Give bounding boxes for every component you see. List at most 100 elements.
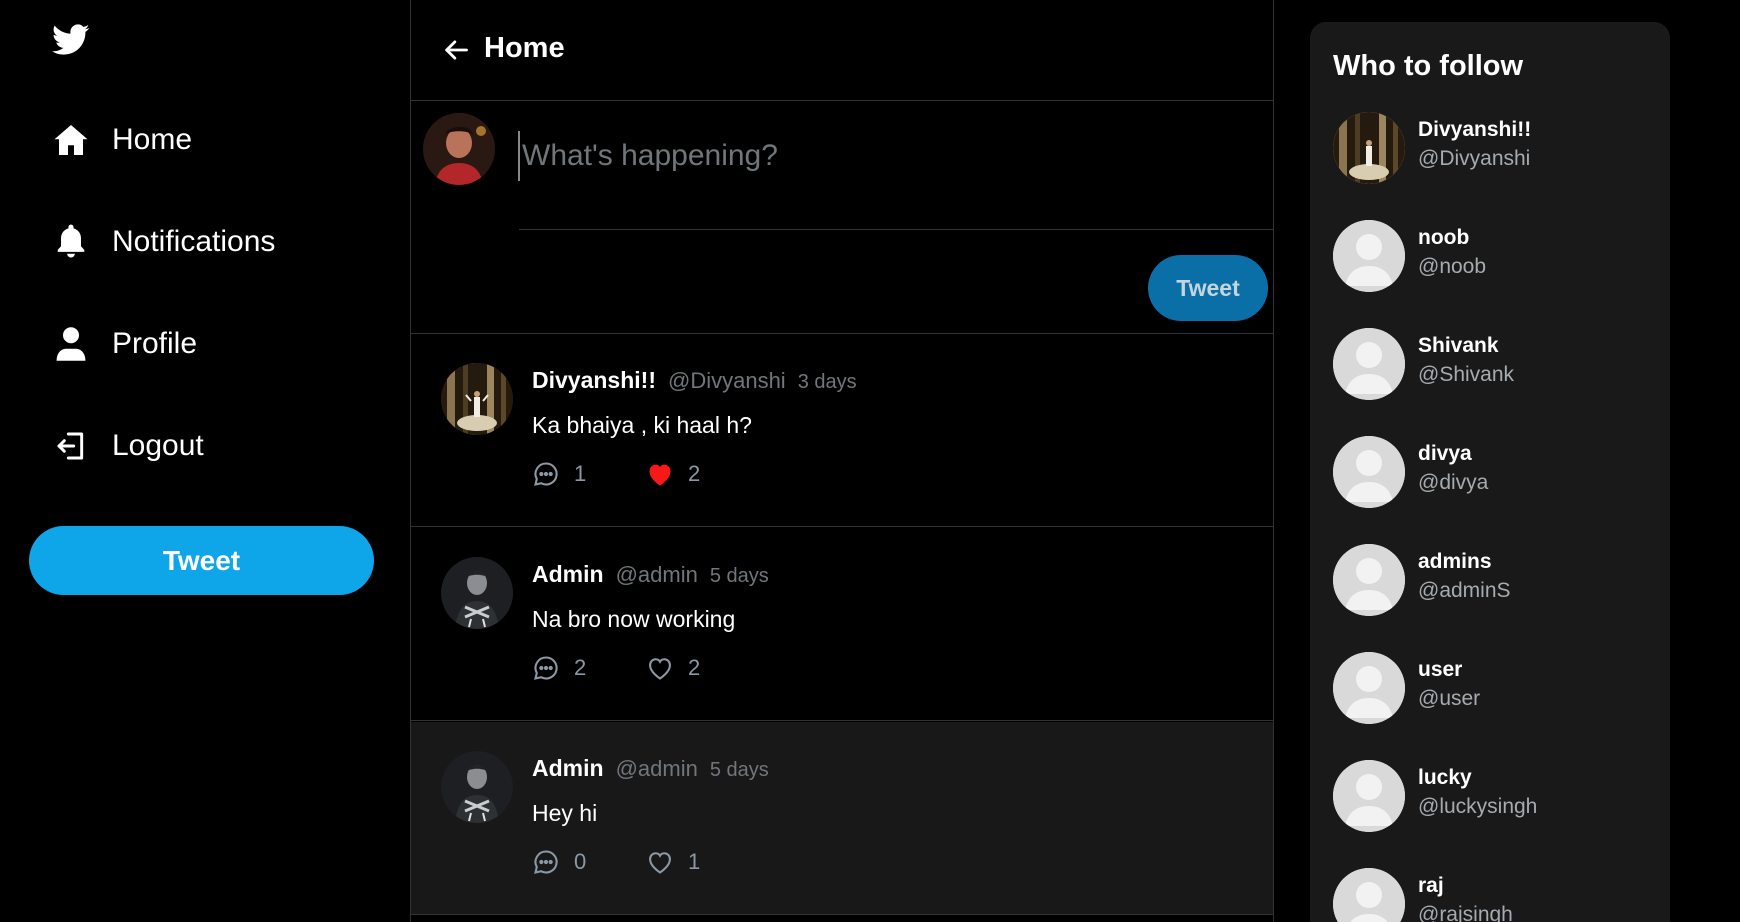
twitter-bird-icon[interactable] (52, 24, 90, 56)
follow-suggestion[interactable]: user @user (1333, 652, 1653, 726)
follow-handle: @rajsingh (1418, 903, 1513, 922)
avatar[interactable] (441, 363, 513, 435)
comment-icon (532, 654, 560, 682)
like-button[interactable]: 1 (646, 848, 700, 876)
like-count: 2 (688, 461, 701, 486)
like-count: 1 (688, 849, 701, 874)
follow-handle: @noob (1418, 255, 1487, 278)
user-icon (52, 325, 90, 363)
tweet-timestamp: 3 days (797, 371, 857, 393)
follow-handle: @Shivank (1418, 363, 1515, 386)
comment-icon (532, 848, 560, 876)
tweet-actions: 2 2 (532, 653, 700, 683)
default-avatar-icon (1333, 436, 1405, 508)
default-avatar-icon (1333, 868, 1405, 922)
follow-name: noob (1418, 226, 1470, 249)
follow-suggestion[interactable]: divya @divya (1333, 436, 1653, 510)
follow-suggestion[interactable]: noob @noob (1333, 220, 1653, 294)
follow-name: user (1418, 658, 1463, 681)
avatar (1333, 112, 1405, 184)
default-avatar-icon (1333, 760, 1405, 832)
follow-suggestion[interactable]: Divyanshi!! @Divyanshi (1333, 112, 1653, 186)
default-avatar-icon (1333, 544, 1405, 616)
reply-button[interactable]: 0 (532, 848, 646, 876)
tweet-header: Admin @admin 5 days (532, 755, 769, 782)
heart-outline-icon (646, 848, 674, 876)
tweet-header: Divyanshi!! @Divyanshi 3 days (532, 367, 857, 394)
author-name[interactable]: Divyanshi!! (532, 367, 656, 394)
like-button[interactable]: 2 (646, 654, 700, 682)
default-avatar-icon (1333, 220, 1405, 292)
reply-button[interactable]: 2 (532, 654, 646, 682)
follow-handle: @divya (1418, 471, 1489, 494)
nav-home-label: Home (112, 123, 193, 156)
tweet-text: Na bro now working (532, 606, 736, 632)
follow-handle: @luckysingh (1418, 795, 1538, 818)
nav-notifications-label: Notifications (112, 225, 276, 258)
tweet-composer: Tweet (411, 101, 1273, 334)
follow-name: Divyanshi!! (1418, 118, 1532, 141)
sidebar-tweet-button[interactable]: Tweet (29, 526, 374, 595)
follow-suggestion[interactable]: raj @rajsingh (1333, 868, 1653, 922)
author-name[interactable]: Admin (532, 755, 604, 782)
avatar[interactable] (441, 557, 513, 629)
author-name[interactable]: Admin (532, 561, 604, 588)
composer-tweet-button[interactable]: Tweet (1148, 255, 1268, 321)
tweet-timestamp: 5 days (709, 759, 769, 781)
default-avatar-icon (1333, 652, 1405, 724)
nav-notifications[interactable]: Notifications (52, 212, 275, 272)
follow-suggestion[interactable]: Shivank @Shivank (1333, 328, 1653, 402)
home-icon (52, 121, 90, 159)
heart-filled-icon (646, 460, 674, 488)
who-to-follow-panel: Who to follow Divyanshi!! @Divyanshi noo… (1310, 22, 1670, 922)
follow-handle: @user (1418, 687, 1481, 710)
reply-count: 2 (574, 655, 587, 680)
logout-icon (52, 427, 90, 465)
tweet-item[interactable]: Admin @admin 5 days Na bro now working 2… (411, 528, 1273, 721)
follow-handle: @adminS (1418, 579, 1511, 602)
like-button[interactable]: 2 (646, 460, 700, 488)
composer-avatar (423, 113, 495, 185)
nav-logout[interactable]: Logout (52, 416, 204, 476)
page-title: Home (484, 32, 565, 64)
tweet-item[interactable]: Divyanshi!! @Divyanshi 3 days Ka bhaiya … (411, 334, 1273, 527)
reply-count: 0 (574, 849, 587, 874)
avatar[interactable] (441, 751, 513, 823)
arrow-left-icon[interactable] (442, 36, 470, 64)
who-to-follow-title: Who to follow (1333, 50, 1524, 82)
nav-logout-label: Logout (112, 429, 204, 462)
follow-handle: @Divyanshi (1418, 147, 1531, 170)
follow-name: Shivank (1418, 334, 1499, 357)
composer-divider (519, 229, 1273, 230)
follow-suggestion[interactable]: admins @adminS (1333, 544, 1653, 618)
tweet-actions: 0 1 (532, 847, 700, 877)
comment-icon (532, 460, 560, 488)
author-handle[interactable]: @Divyanshi (668, 368, 786, 394)
heart-outline-icon (646, 654, 674, 682)
nav-home[interactable]: Home (52, 110, 192, 170)
like-count: 2 (688, 655, 701, 680)
app-root: Home Notifications Profile Logout Tweet (0, 0, 1740, 922)
nav-profile-label: Profile (112, 327, 198, 360)
default-avatar-icon (1333, 328, 1405, 400)
follow-suggestion[interactable]: lucky @luckysingh (1333, 760, 1653, 834)
bell-icon (52, 223, 90, 261)
tweet-timestamp: 5 days (709, 565, 769, 587)
author-handle[interactable]: @admin (616, 756, 698, 782)
reply-button[interactable]: 1 (532, 460, 646, 488)
author-handle[interactable]: @admin (616, 562, 698, 588)
left-sidebar: Home Notifications Profile Logout Tweet (0, 0, 410, 922)
main-timeline: Home Tweet Divyanshi!! @Divyanshi 3 days… (410, 0, 1274, 922)
nav-profile[interactable]: Profile (52, 314, 197, 374)
follow-name: admins (1418, 550, 1492, 573)
follow-name: raj (1418, 874, 1444, 897)
tweet-text: Hey hi (532, 800, 598, 826)
tweet-item[interactable]: Admin @admin 5 days Hey hi 0 1 (411, 722, 1273, 915)
follow-name: divya (1418, 442, 1472, 465)
follow-name: lucky (1418, 766, 1472, 789)
tweet-header: Admin @admin 5 days (532, 561, 769, 588)
tweet-actions: 1 2 (532, 459, 700, 489)
tweet-input[interactable] (518, 131, 1258, 181)
reply-count: 1 (574, 461, 587, 486)
timeline-header: Home (411, 0, 1273, 101)
